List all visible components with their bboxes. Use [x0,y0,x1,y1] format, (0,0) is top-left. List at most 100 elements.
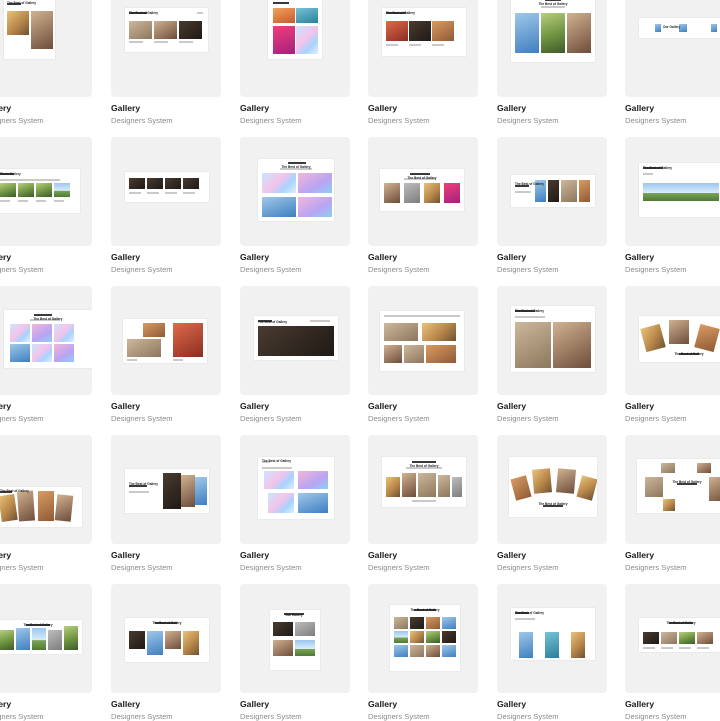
preview-heading: The Best of Gallery [258,320,288,324]
card-thumbnail[interactable]: The Best of Gallery [368,0,478,97]
card-thumbnail[interactable]: The Best of Gallery [497,435,607,544]
preview-heading: Our Gallery [285,613,303,617]
card-thumbnail[interactable]: The Best of Gallery [111,435,221,544]
preview-heading: The Best of Gallery [281,165,311,169]
card-subtitle: Designers System [111,563,173,572]
card-thumbnail[interactable]: The Best of Gallery [0,0,92,97]
card-thumbnail[interactable] [111,137,221,246]
card-thumbnail[interactable]: The Best of Gallery [368,584,478,693]
card-thumbnail[interactable] [240,0,350,97]
card-thumbnail[interactable]: The Best of Gallery [497,137,607,246]
preview-photo [165,178,181,189]
card-thumbnail[interactable]: The Best of Gallery [0,584,92,693]
card-title[interactable]: Gallery [240,103,269,113]
preview-photo [179,21,202,39]
preview-photo [262,197,296,217]
card-thumbnail[interactable]: Photo Gallery [0,137,92,246]
gallery-preview: The Best of Gallery [0,620,82,654]
card-thumbnail[interactable]: The Best of Gallery [497,286,607,395]
card-title[interactable]: Gallery [497,252,526,262]
preview-text-line [165,192,177,194]
preview-photo [32,628,46,650]
card-subtitle: Designers System [368,116,430,125]
preview-heading: The Best of Gallery [643,166,673,170]
preview-heading: The Best of Gallery [515,182,545,186]
gallery-preview: The Best of Gallery [380,169,464,211]
card-title[interactable]: Gallery [368,699,397,709]
card-thumbnail[interactable]: The Best of Gallery [0,286,92,395]
card-title[interactable]: Gallery [497,550,526,560]
card-title[interactable]: Gallery [111,103,140,113]
preview-photo [426,645,440,657]
preview-photo [410,645,424,657]
preview-photo [571,632,585,658]
preview-text-line [183,192,195,194]
card-title[interactable]: Gallery [111,401,140,411]
card-title[interactable]: Gallery [625,103,654,113]
card-thumbnail[interactable]: The Best of Gallery [497,584,607,693]
preview-text-line [179,41,193,43]
preview-photo [697,632,713,644]
card-thumbnail[interactable]: Our Gallery [625,0,720,97]
card-thumbnail[interactable]: The Best of Gallery [111,584,221,693]
card-thumbnail[interactable]: The Best of Gallery [625,137,720,246]
preview-photo [129,631,145,649]
card-title[interactable]: Gallery [240,252,269,262]
card-thumbnail[interactable]: The Best of Gallery [240,137,350,246]
card-title[interactable]: Gallery [368,550,397,560]
card-thumbnail[interactable]: Our Gallery [240,584,350,693]
card-subtitle: Designers System [240,563,302,572]
preview-photo [410,617,424,629]
card-title[interactable]: Gallery [625,401,654,411]
gallery-preview: The Best of Gallery [639,163,720,217]
gallery-preview: The Best of Gallery [258,159,334,221]
card-title[interactable]: Gallery [625,699,654,709]
card-title[interactable]: Gallery [111,699,140,709]
preview-photo [296,26,318,54]
card-thumbnail[interactable]: The Best of Gallery [0,435,92,544]
card-thumbnail[interactable]: The Best of Gallery [625,286,720,395]
card-thumbnail[interactable] [368,286,478,395]
preview-heading: The Best of Gallery [33,317,63,321]
preview-text-line [127,359,137,361]
card-title[interactable]: Gallery [368,252,397,262]
card-title[interactable]: Gallery [0,401,11,411]
card-thumbnail[interactable]: The Best of Gallery [625,435,720,544]
preview-text-line [310,320,330,322]
card-title[interactable]: Gallery [0,550,11,560]
preview-photo [54,494,74,522]
card-title[interactable]: Gallery [111,252,140,262]
card-thumbnail[interactable]: The Best of Gallery [625,584,720,693]
card-title[interactable]: Gallery [625,252,654,262]
card-title[interactable]: Gallery [111,550,140,560]
card-thumbnail[interactable]: The Best of Gallery [368,137,478,246]
card-title[interactable]: Gallery [497,699,526,709]
card-thumbnail[interactable] [111,286,221,395]
card-thumbnail[interactable]: The Best of Gallery [240,435,350,544]
card-thumbnail[interactable]: The Best of Gallery [497,0,607,97]
card-title[interactable]: Gallery [0,699,11,709]
card-title[interactable]: Gallery [240,550,269,560]
preview-photo [643,183,719,201]
card-title[interactable]: Gallery [240,699,269,709]
card-thumbnail[interactable]: The Best of Gallery [368,435,478,544]
card-title[interactable]: Gallery [497,401,526,411]
card-title[interactable]: Gallery [0,103,11,113]
preview-photo [438,475,450,497]
card-title[interactable]: Gallery [240,401,269,411]
card-title[interactable]: Gallery [625,550,654,560]
card-title[interactable]: Gallery [368,103,397,113]
card-title[interactable]: Gallery [497,103,526,113]
preview-text-line [129,41,143,43]
card-subtitle: Designers System [240,265,302,274]
card-thumbnail[interactable]: The Best of Gallery [240,286,350,395]
gallery-preview: The Best of Gallery [125,469,209,513]
card-title[interactable]: Gallery [0,252,11,262]
preview-text-line [36,200,46,202]
card-title[interactable]: Gallery [368,401,397,411]
preview-text-line [34,314,52,316]
preview-photo [426,631,440,643]
preview-photo [444,183,460,203]
card-thumbnail[interactable]: The Best of Gallery [111,0,221,97]
gallery-preview: The Best of Gallery [511,306,595,372]
